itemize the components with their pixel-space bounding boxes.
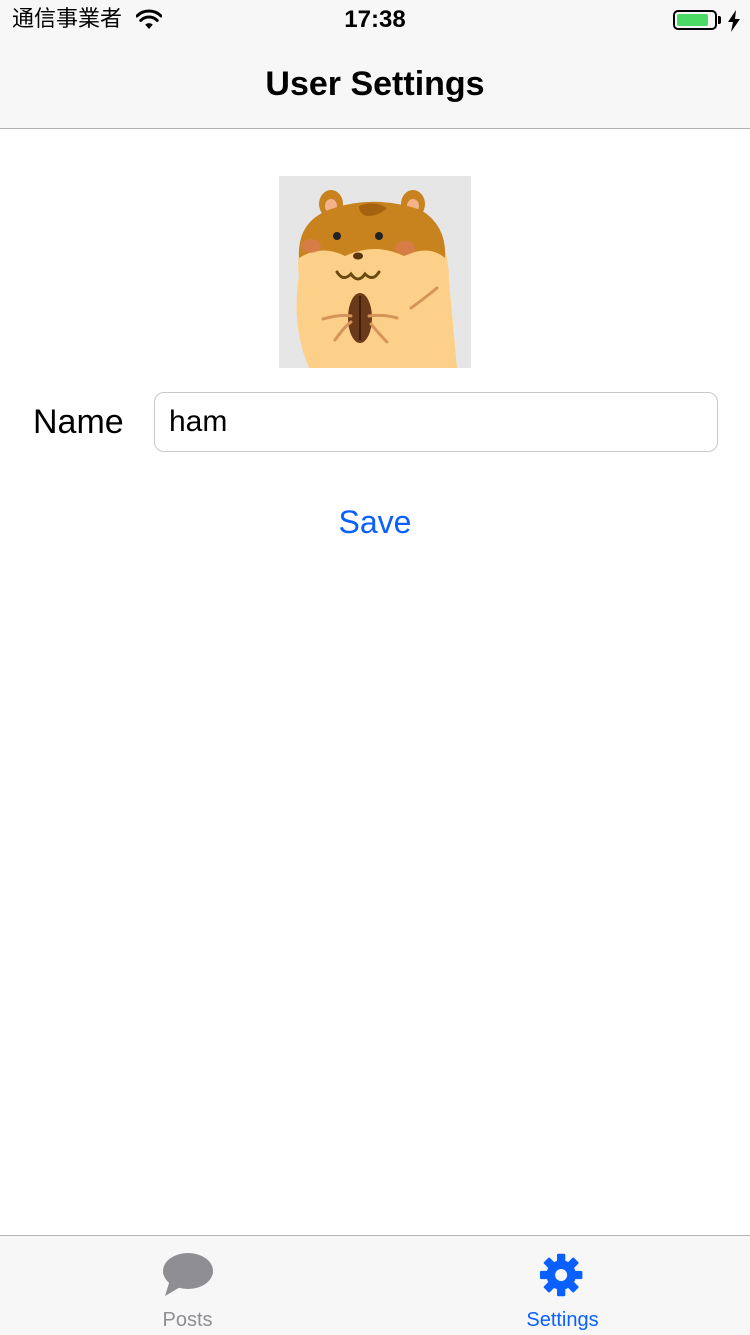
- name-label: Name: [33, 403, 124, 441]
- avatar[interactable]: [279, 176, 471, 368]
- tab-settings[interactable]: Settings: [375, 1236, 750, 1335]
- tab-label: Settings: [526, 1309, 599, 1331]
- gear-icon: [539, 1253, 583, 1297]
- speech-bubble-icon: [163, 1253, 213, 1296]
- tab-label: Posts: [162, 1309, 213, 1331]
- hamster-illustration: [279, 176, 471, 368]
- status-bar: 通信事業者 17:38: [0, 0, 750, 40]
- tab-posts[interactable]: Posts: [0, 1236, 375, 1335]
- battery-tip: [718, 16, 721, 24]
- page-title: User Settings: [265, 65, 485, 103]
- name-field[interactable]: [154, 392, 718, 452]
- battery-icon: [673, 10, 717, 30]
- tab-bar: Posts Settings: [0, 1235, 750, 1335]
- status-time: 17:38: [344, 6, 406, 33]
- battery-level: [677, 14, 708, 26]
- save-button[interactable]: Save: [275, 500, 475, 544]
- navigation-bar: User Settings: [0, 40, 750, 129]
- charging-bolt-icon: [728, 10, 740, 32]
